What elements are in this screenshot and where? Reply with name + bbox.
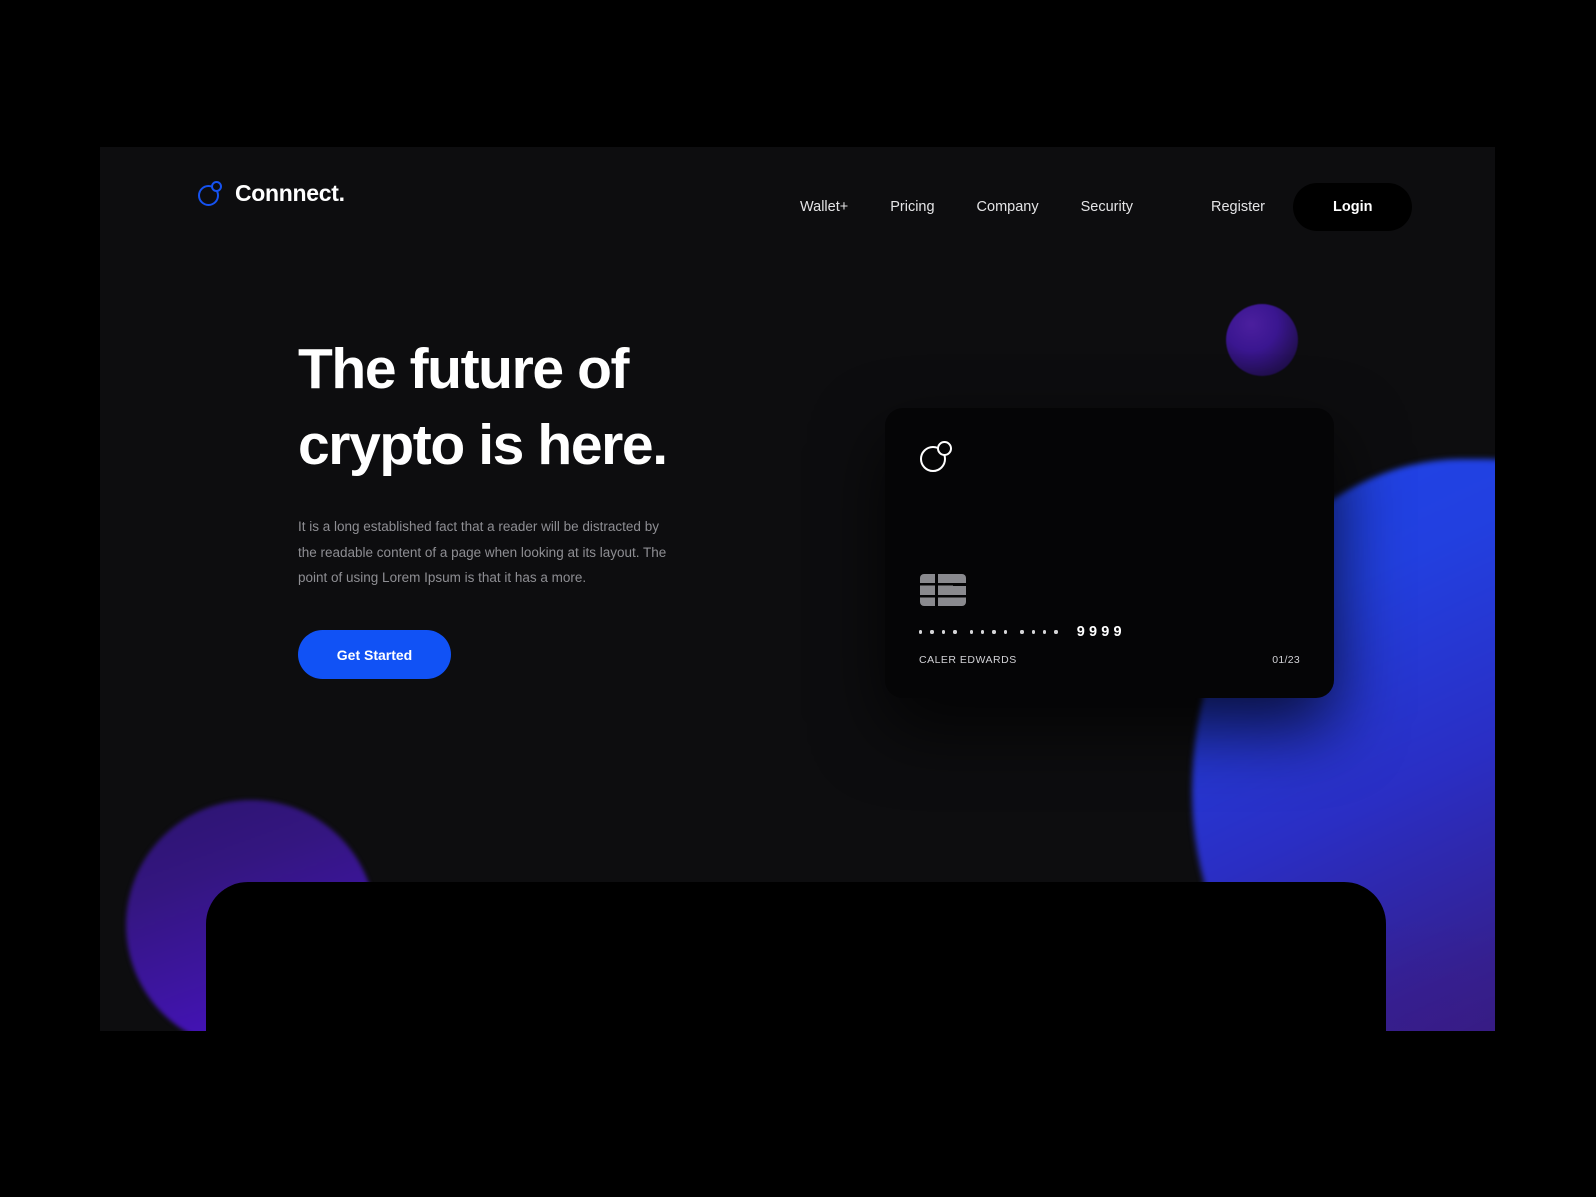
hero-heading-line-1: The future of bbox=[298, 337, 629, 401]
wallet-connect-panel: Connect your digital wallet to your phys… bbox=[206, 882, 1386, 1031]
card-masked-group-2 bbox=[969, 630, 1008, 634]
brand-logo[interactable]: Connnect. bbox=[198, 180, 345, 207]
hero-paragraph: It is a long established fact that a rea… bbox=[298, 518, 667, 586]
card-masked-group-3 bbox=[1020, 630, 1058, 634]
card-number: 9999 bbox=[919, 624, 1126, 640]
hero-section: The future of crypto is here. It is a lo… bbox=[298, 332, 768, 680]
get-started-button[interactable]: Get Started bbox=[298, 630, 451, 680]
nav-link-security[interactable]: Security bbox=[1081, 199, 1133, 215]
purple-sphere-decoration bbox=[1226, 304, 1298, 376]
connect-circles-icon bbox=[198, 180, 224, 207]
hero-heading-line-2: crypto is here. bbox=[298, 412, 668, 477]
nav-link-pricing[interactable]: Pricing bbox=[890, 199, 934, 215]
login-button[interactable]: Login bbox=[1293, 183, 1413, 231]
emv-chip-icon bbox=[920, 574, 966, 606]
page-title: The future of crypto is here. bbox=[298, 332, 768, 484]
card-holder-name: CALER EDWARDS bbox=[919, 654, 1017, 666]
nav-link-company[interactable]: Company bbox=[977, 199, 1039, 215]
connect-circles-icon bbox=[920, 441, 956, 473]
credit-card: 9999 CALER EDWARDS 01/23 bbox=[885, 408, 1334, 698]
card-masked-group-1 bbox=[919, 630, 957, 634]
card-expiry-date: 01/23 bbox=[1272, 654, 1300, 666]
site-header: Connnect. Wallet+ Pricing Company Securi… bbox=[100, 147, 1495, 267]
nav-link-wallet[interactable]: Wallet+ bbox=[800, 199, 848, 215]
main-navigation: Wallet+ Pricing Company Security Registe… bbox=[800, 183, 1413, 231]
card-last-four: 9999 bbox=[1076, 624, 1126, 640]
page-frame: Connnect. Wallet+ Pricing Company Securi… bbox=[100, 147, 1495, 1031]
nav-link-register[interactable]: Register bbox=[1211, 199, 1265, 215]
brand-name: Connnect. bbox=[235, 180, 345, 206]
